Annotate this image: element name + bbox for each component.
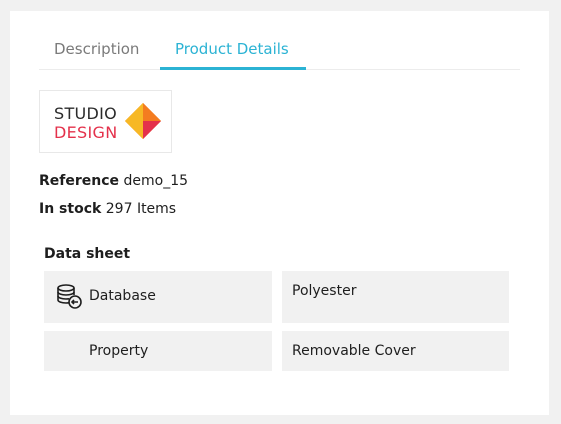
brand-logo[interactable]: STUDIO DESIGN — [39, 90, 172, 153]
brand-logo-line1: STUDIO — [54, 104, 118, 123]
data-sheet-name-cell: Database — [44, 271, 272, 323]
stock-value: 297 Items — [105, 201, 177, 217]
product-reference: Reference demo_15 — [39, 172, 188, 190]
data-sheet-value-cell: Polyester — [282, 271, 509, 323]
data-sheet-name-cell: Property — [44, 331, 272, 371]
product-tabs: Description Product Details — [39, 11, 520, 70]
product-info-card: Description Product Details STUDIO DESIG… — [10, 11, 549, 415]
data-sheet-value-cell: Removable Cover — [282, 331, 509, 371]
data-sheet-name: Database — [89, 288, 156, 304]
database-icon — [57, 284, 82, 309]
data-sheet-title: Data sheet — [44, 246, 131, 262]
data-sheet-value: Removable Cover — [292, 343, 416, 359]
product-stock: In stock 297 Items — [39, 200, 176, 218]
tab-product-details[interactable]: Product Details — [175, 40, 289, 58]
stock-label: In stock — [39, 201, 102, 217]
data-sheet-name: Property — [89, 343, 149, 359]
reference-label: Reference — [39, 173, 120, 189]
tab-description[interactable]: Description — [54, 40, 139, 58]
reference-value: demo_15 — [123, 173, 189, 189]
active-tab-indicator — [160, 67, 306, 70]
brand-diamond-icon — [125, 103, 161, 139]
brand-logo-line2: DESIGN — [54, 123, 118, 142]
data-sheet-value: Polyester — [292, 283, 357, 299]
